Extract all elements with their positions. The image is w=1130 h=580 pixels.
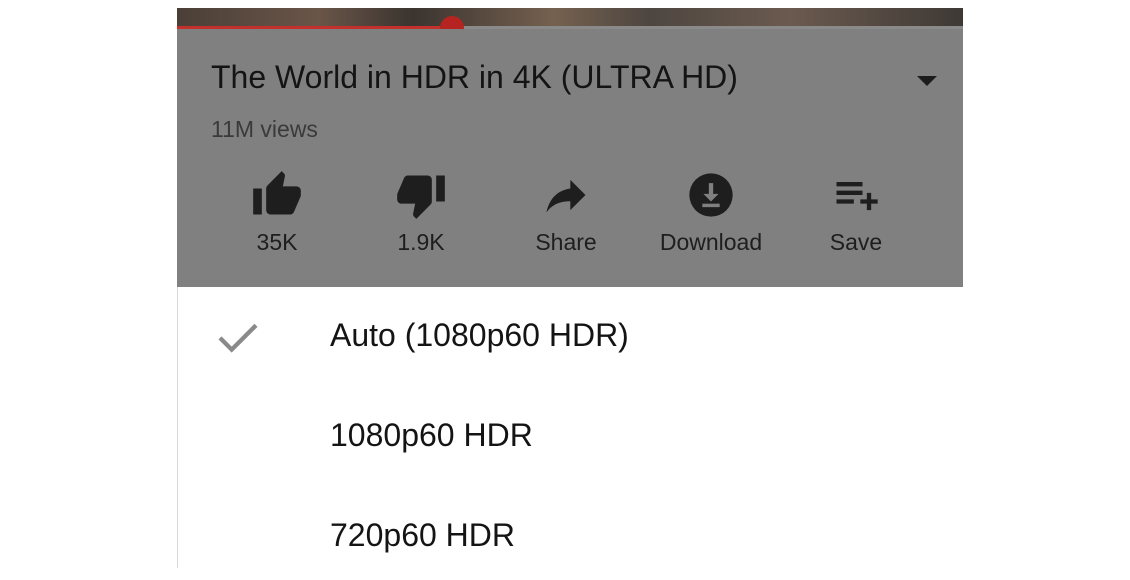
view-count: 11M views (211, 116, 318, 142)
thumb-down-icon (397, 175, 445, 219)
download-icon (689, 173, 733, 217)
share-button[interactable]: Share (496, 169, 636, 256)
video-page: The World in HDR in 4K (ULTRA HD) 11M vi… (177, 8, 963, 568)
share-icon (546, 179, 586, 213)
quality-option-1080p60-hdr[interactable]: 1080p60 HDR (178, 387, 963, 487)
download-button[interactable]: Download (641, 169, 781, 256)
quality-option-label: 720p60 HDR (330, 517, 515, 553)
quality-option-label: Auto (1080p60 HDR) (330, 317, 629, 353)
playlist-add-icon (836, 182, 878, 211)
quality-option-label: 1080p60 HDR (330, 417, 533, 453)
thumb-up-icon (253, 171, 301, 215)
download-label: Download (659, 229, 763, 255)
quality-menu: Auto (1080p60 HDR) 1080p60 HDR 720p60 HD… (177, 287, 963, 568)
checkmark-icon (218, 323, 258, 353)
save-label: Save (829, 229, 883, 255)
action-bar: 35K 1.9K Share Download Save (177, 169, 963, 269)
chevron-down-icon[interactable] (917, 76, 937, 86)
video-player[interactable] (177, 8, 963, 40)
quality-option-720p60-hdr[interactable]: 720p60 HDR (178, 487, 963, 568)
like-count: 35K (256, 229, 298, 255)
save-button[interactable]: Save (786, 169, 926, 256)
share-label: Share (535, 229, 597, 255)
dislike-count: 1.9K (397, 229, 445, 255)
video-info-panel: The World in HDR in 4K (ULTRA HD) 11M vi… (177, 29, 963, 287)
quality-option-auto[interactable]: Auto (1080p60 HDR) (178, 287, 963, 387)
dislike-button[interactable]: 1.9K (351, 169, 491, 256)
like-button[interactable]: 35K (207, 169, 347, 256)
video-title: The World in HDR in 4K (ULTRA HD) (211, 59, 738, 95)
